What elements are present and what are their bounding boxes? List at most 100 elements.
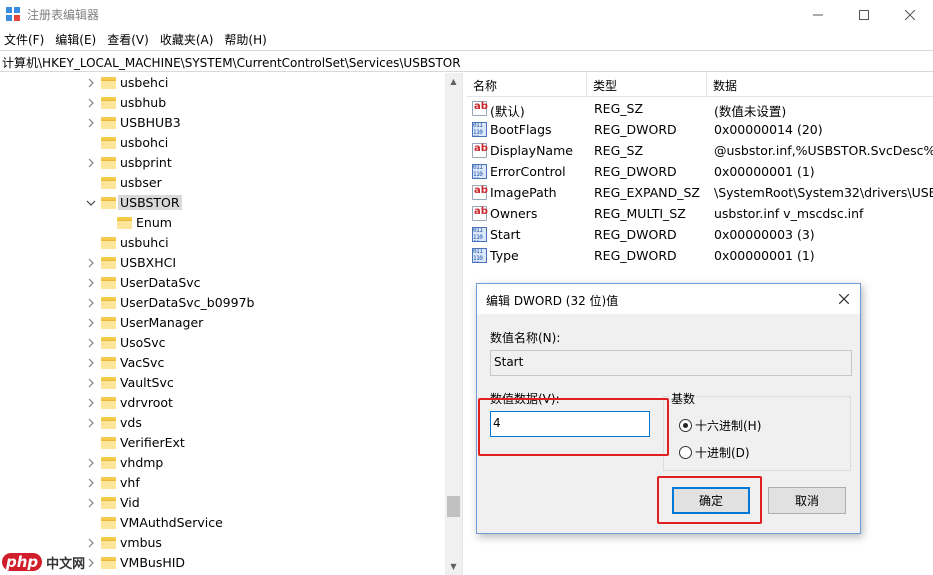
tree-item[interactable]: VMAuthdService (0, 513, 445, 533)
radio-decimal[interactable]: 十进制(D) (679, 444, 750, 461)
scroll-up-icon[interactable]: ▲ (445, 73, 462, 90)
column-name[interactable]: 名称 (467, 73, 587, 97)
tree-item[interactable]: vhdmp (0, 453, 445, 473)
value-type: REG_MULTI_SZ (594, 206, 686, 221)
value-row[interactable]: 01111001Start REG_DWORD 0x00000003 (3) (467, 224, 933, 245)
chevron-right-icon[interactable] (85, 477, 97, 489)
value-row[interactable]: ab ImagePath REG_EXPAND_SZ \SystemRoot\Syst… (467, 182, 933, 203)
tree-item-label: usbser (120, 175, 162, 190)
string-value-icon: ab (472, 185, 488, 200)
chevron-right-icon[interactable] (85, 257, 97, 269)
php-logo: php (2, 553, 43, 571)
tree-item[interactable]: usbuhci (0, 233, 445, 253)
column-type[interactable]: 类型 (587, 73, 707, 97)
cancel-button[interactable]: 取消 (768, 487, 846, 514)
menu-favorites[interactable]: 收藏夹(A) (156, 29, 221, 49)
menu-file[interactable]: 文件(F) (0, 29, 51, 49)
address-bar[interactable]: 计算机\HKEY_LOCAL_MACHINE\SYSTEM\CurrentCon… (0, 50, 933, 72)
menu-bar: 文件(F) 编辑(E) 查看(V) 收藏夹(A) 帮助(H) (0, 29, 933, 49)
chevron-down-icon[interactable] (85, 197, 97, 209)
folder-icon (101, 496, 116, 509)
chevron-right-icon[interactable] (85, 557, 97, 569)
tree-item[interactable]: VaultSvc (0, 373, 445, 393)
tree-item[interactable]: vdrvroot (0, 393, 445, 413)
tree-item-label: UserDataSvc_b0997b (120, 295, 255, 310)
chevron-right-icon[interactable] (85, 277, 97, 289)
minimize-button[interactable] (795, 0, 841, 29)
tree-item[interactable]: USBSTOR (0, 193, 445, 213)
folder-icon (101, 296, 116, 309)
radio-unchecked-icon[interactable] (679, 446, 692, 459)
highlight-ok-button (657, 476, 762, 524)
chevron-right-icon[interactable] (85, 377, 97, 389)
dialog-close-button[interactable] (828, 284, 860, 314)
value-data: @usbstor.inf,%USBSTOR.SvcDesc%;US (714, 143, 933, 158)
tree-item[interactable]: usbhub (0, 93, 445, 113)
chevron-right-icon[interactable] (85, 77, 97, 89)
scroll-thumb[interactable] (447, 496, 460, 517)
tree-item-label: vdrvroot (120, 395, 173, 410)
folder-icon (101, 396, 116, 409)
tree-scrollbar[interactable]: ▲ ▼ (445, 73, 462, 575)
close-button[interactable] (887, 0, 933, 29)
tree-item[interactable]: Enum (0, 213, 445, 233)
tree-item[interactable]: VerifierExt (0, 433, 445, 453)
tree-item[interactable]: VacSvc (0, 353, 445, 373)
tree-item[interactable]: usbprint (0, 153, 445, 173)
chevron-right-icon[interactable] (85, 457, 97, 469)
chevron-right-icon[interactable] (85, 397, 97, 409)
tree-item[interactable]: USBXHCI (0, 253, 445, 273)
tree-item[interactable]: UserDataSvc (0, 273, 445, 293)
column-data[interactable]: 数据 (707, 73, 933, 97)
folder-icon (101, 136, 116, 149)
tree-item[interactable]: UserManager (0, 313, 445, 333)
close-icon (905, 9, 915, 20)
chevron-right-icon[interactable] (85, 537, 97, 549)
tree-item[interactable]: vmbus (0, 533, 445, 553)
value-type: REG_DWORD (594, 248, 677, 263)
value-row[interactable]: ab Owners REG_MULTI_SZ usbstor.inf v_mscdsc… (467, 203, 933, 224)
chevron-right-icon[interactable] (85, 117, 97, 129)
menu-edit[interactable]: 编辑(E) (51, 29, 103, 49)
radio-hexadecimal[interactable]: 十六进制(H) (679, 417, 761, 434)
tree-item-label: vhdmp (120, 455, 164, 470)
chevron-right-icon[interactable] (85, 297, 97, 309)
scroll-down-icon[interactable]: ▼ (445, 558, 462, 575)
tree-item[interactable]: usbehci (0, 73, 445, 93)
chevron-right-icon[interactable] (85, 357, 97, 369)
tree-item[interactable]: vhf (0, 473, 445, 493)
list-header: 名称 类型 数据 (467, 73, 933, 97)
chevron-right-icon[interactable] (85, 157, 97, 169)
tree-item[interactable]: UsoSvc (0, 333, 445, 353)
chevron-right-icon[interactable] (85, 317, 97, 329)
menu-help[interactable]: 帮助(H) (220, 29, 273, 49)
maximize-button[interactable] (841, 0, 887, 29)
tree-item[interactable]: usbser (0, 173, 445, 193)
folder-icon (101, 96, 116, 109)
window-title: 注册表编辑器 (27, 8, 100, 22)
value-row[interactable]: ab (默认) REG_SZ (数值未设置) (467, 98, 933, 119)
tree-item[interactable]: UserDataSvc_b0997b (0, 293, 445, 313)
folder-icon (101, 176, 116, 189)
value-row[interactable]: 01111001ErrorControl REG_DWORD 0x00000001 … (467, 161, 933, 182)
tree-item[interactable]: Vid (0, 493, 445, 513)
value-name: ErrorControl (490, 164, 566, 179)
tree-item[interactable]: USBHUB3 (0, 113, 445, 133)
value-name: ImagePath (490, 185, 557, 200)
chevron-right-icon[interactable] (85, 497, 97, 509)
chevron-right-icon[interactable] (85, 97, 97, 109)
value-data: (数值未设置) (714, 104, 787, 119)
value-row[interactable]: 01111001BootFlags REG_DWORD 0x00000014 (20… (467, 119, 933, 140)
tree-item[interactable]: vds (0, 413, 445, 433)
tree-item-label: vhf (120, 475, 140, 490)
value-name-label: 数值名称(N): (490, 331, 561, 345)
chevron-right-icon[interactable] (85, 417, 97, 429)
tree-item-label: usbehci (120, 75, 169, 90)
menu-view[interactable]: 查看(V) (103, 29, 156, 49)
radio-checked-icon[interactable] (679, 419, 692, 432)
tree-item[interactable]: usbohci (0, 133, 445, 153)
tree-item-label: Vid (120, 495, 140, 510)
value-row[interactable]: 01111001Type REG_DWORD 0x00000001 (1) (467, 245, 933, 266)
value-row[interactable]: ab DisplayName REG_SZ @usbstor.inf,%USBSTOR… (467, 140, 933, 161)
chevron-right-icon[interactable] (85, 337, 97, 349)
